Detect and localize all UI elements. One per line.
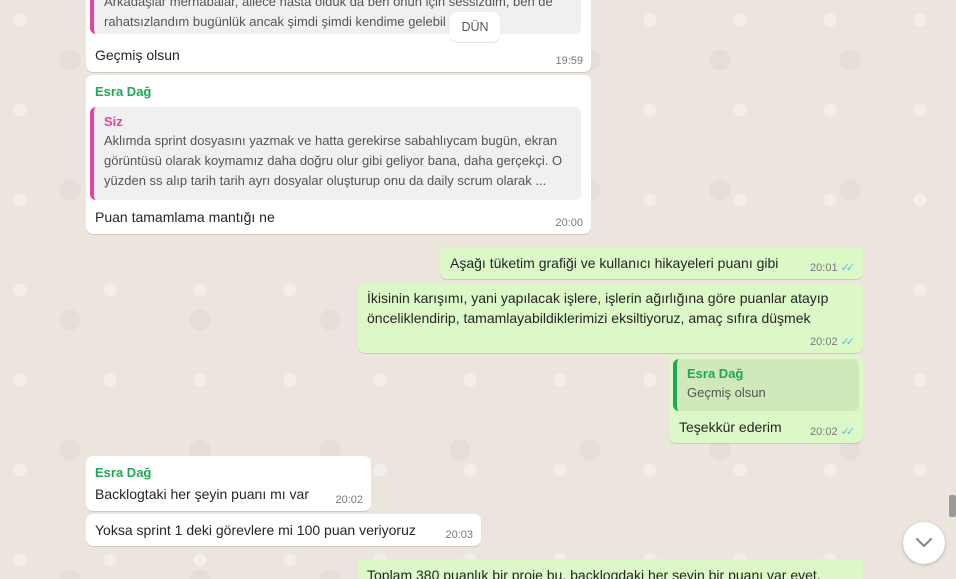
message-text: Puan tamamlama mantığı ne — [95, 209, 275, 225]
quote-line: görüntüsü olarak koymamız daha doğru olu… — [104, 153, 563, 168]
time-label: 20:02 — [335, 494, 363, 506]
message-outgoing[interactable]: Toplam 380 puanlık bir proje bu, backlog… — [358, 559, 863, 579]
double-check-icon: ✓✓ — [840, 336, 856, 348]
message-incoming[interactable]: Esra Dağ Siz Aklımda sprint dosyasını ya… — [86, 75, 591, 234]
quote-text: Geçmiş olsun — [687, 385, 766, 400]
quoted-message[interactable]: Siz Aklımda sprint dosyasını yazmak ve h… — [90, 107, 581, 200]
double-check-icon: ✓✓ — [840, 262, 856, 274]
sender-name[interactable]: Esra Dağ — [95, 83, 151, 101]
message-time: 20:02 — [335, 493, 363, 507]
quote-line: yüzden ss alıp tarih tarih ayrı dosyalar… — [104, 173, 547, 188]
message-text: Backlogtaki her şeyin puanı mı var — [95, 486, 309, 502]
message-time: 20:03 — [445, 528, 473, 542]
message-time: 19:59 — [555, 54, 583, 68]
message-outgoing[interactable]: Aşağı tüketim grafiği ve kullanıcı hikay… — [440, 247, 863, 279]
quote-line: Arkadaşlar merhabalar, ailece hasta oldu… — [104, 0, 553, 9]
message-time: 20:02 ✓✓ — [810, 425, 855, 439]
message-time: 20:02 ✓✓ — [810, 335, 855, 349]
scrollbar-thumb[interactable] — [949, 495, 956, 517]
message-line: İkisinin karışımı, yani yapılacak işlere… — [367, 290, 829, 306]
message-outgoing[interactable]: İkisinin karışımı, yani yapılacak işlere… — [358, 283, 863, 353]
message-time: 20:01 ✓✓ — [810, 261, 855, 275]
date-divider: DÜN — [450, 12, 500, 42]
message-text: Toplam 380 puanlık bir proje bu, backlog… — [367, 567, 821, 579]
quoted-message[interactable]: Esra Dağ Geçmiş olsun — [673, 359, 859, 411]
chat-panel: Arkadaşlar merhabalar, ailece hasta oldu… — [0, 0, 956, 579]
time-label: 20:01 — [810, 262, 838, 274]
time-label: 20:00 — [555, 217, 583, 229]
time-label: 20:02 — [810, 426, 838, 438]
time-label: 19:59 — [555, 55, 583, 67]
quote-author: Esra Dağ — [687, 366, 744, 381]
quote-author: Siz — [104, 114, 123, 129]
time-label: 20:02 — [810, 336, 838, 348]
chevron-down-icon — [915, 537, 933, 548]
message-incoming[interactable]: Esra Dağ Backlogtaki her şeyin puanı mı … — [86, 456, 371, 511]
message-incoming[interactable]: Yoksa sprint 1 deki görevlere mi 100 pua… — [86, 514, 481, 546]
quote-line: Aklımda sprint dosyasını yazmak ve hatta… — [104, 133, 558, 148]
message-time: 20:00 — [555, 216, 583, 230]
message-text: Teşekkür ederim — [679, 419, 782, 435]
quote-line: rahatsızlandım bugünlük ancak şimdi şimd… — [104, 14, 446, 29]
message-text: Yoksa sprint 1 deki görevlere mi 100 pua… — [95, 522, 416, 538]
message-text: Aşağı tüketim grafiği ve kullanıcı hikay… — [450, 255, 779, 271]
time-label: 20:03 — [445, 529, 473, 541]
sender-name[interactable]: Esra Dağ — [95, 464, 151, 482]
message-text: Geçmiş olsun — [95, 47, 180, 63]
message-incoming[interactable]: Arkadaşlar merhabalar, ailece hasta oldu… — [86, 0, 591, 72]
quoted-message[interactable]: Arkadaşlar merhabalar, ailece hasta oldu… — [90, 0, 581, 34]
double-check-icon: ✓✓ — [840, 426, 856, 438]
message-line: önceliklendirip, tamamlayabildiklerimizi… — [367, 310, 811, 326]
message-outgoing[interactable]: Esra Dağ Geçmiş olsun Teşekkür ederim 20… — [669, 355, 863, 443]
scroll-to-bottom-button[interactable] — [903, 522, 945, 564]
